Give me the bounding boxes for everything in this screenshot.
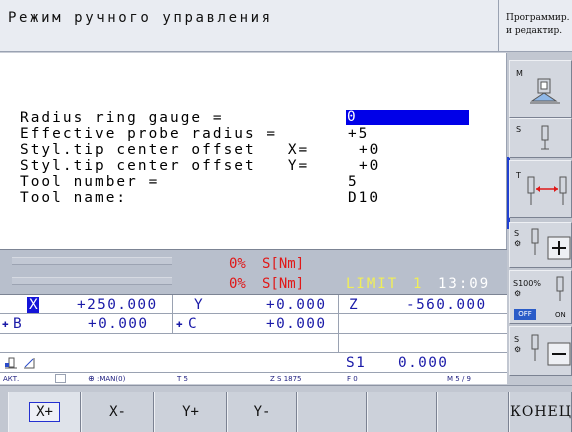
s-softkey-1[interactable]: S: [509, 118, 572, 158]
spindle-override-minus-softkey[interactable]: S ⚙: [509, 326, 572, 376]
pos-divider: [0, 333, 507, 334]
spindle-override-pct: S100%: [513, 279, 541, 288]
on-toggle[interactable]: ON: [555, 311, 566, 319]
tool-holder-icon: [3, 355, 19, 369]
m-function-info: M 5 / 9: [447, 375, 471, 383]
y-axis-value: +0.000: [266, 297, 327, 313]
c-axis-marker-icon: ✚: [176, 317, 183, 330]
empty-softkey-5[interactable]: [297, 392, 367, 432]
x-plus-label: X+: [29, 402, 60, 422]
y-plus-softkey[interactable]: Y+: [154, 392, 227, 432]
akt-label: АКТ.: [3, 375, 20, 383]
pos-divider: [0, 372, 507, 373]
empty-softkey-7[interactable]: [437, 392, 509, 432]
tool-number-value: 5: [348, 174, 359, 190]
dialog-line-offset-x: Styl.tip center offset X=: [20, 142, 310, 158]
spindle-label: S1: [346, 355, 367, 371]
spindle-gear-icon: ⚙: [514, 289, 522, 298]
man-gear-icon: ⊕: [88, 374, 95, 383]
feed-info: F 0: [347, 375, 358, 383]
softkey-m-letter: M: [516, 69, 523, 78]
tool-name-value: D10: [348, 190, 380, 206]
softkey-t-letter: T: [516, 171, 521, 180]
off-toggle[interactable]: OFF: [514, 309, 536, 320]
x-axis-value: +250.000: [77, 297, 158, 313]
y-minus-softkey[interactable]: Y-: [227, 392, 297, 432]
x-minus-softkey[interactable]: X-: [81, 392, 154, 432]
load-label-2: S[Nm]: [262, 276, 305, 292]
program-edit-line1: Программир.: [506, 13, 570, 23]
softkey-s-letter: S: [516, 125, 522, 134]
dialog-line-tool-name: Tool name:: [20, 190, 128, 206]
b-axis-marker-icon: ✚: [2, 317, 9, 330]
load-pct-1: 0%: [229, 256, 246, 272]
dialog-line-ring-gauge: Radius ring gauge =: [20, 110, 224, 126]
load-pct-2: 0%: [229, 276, 246, 292]
x-plus-softkey[interactable]: X+: [8, 392, 81, 432]
spindle-speed-info: Z S 1875: [270, 375, 302, 383]
load-bar-1: [12, 257, 172, 265]
status-area: [0, 249, 507, 294]
limit-value: 1: [413, 276, 422, 292]
offset-y-value: +0: [359, 158, 381, 174]
machine-info-softkey[interactable]: M: [509, 60, 572, 118]
t-softkey[interactable]: T: [509, 160, 572, 218]
limit-label: LIMIT: [346, 276, 399, 292]
z-axis-value: -560.000: [406, 297, 487, 313]
softkey-s-letter: S: [514, 229, 520, 238]
ring-gauge-input-value: 0: [347, 109, 356, 125]
load-bar-2: [12, 277, 172, 285]
dialog-line-offset-y: Styl.tip center offset Y=: [20, 158, 310, 174]
spindle-override-plus-softkey[interactable]: S ⚙: [509, 222, 572, 268]
spindle-gear-icon: ⚙: [514, 345, 522, 354]
dialog-line-probe-radius: Effective probe radius =: [20, 126, 278, 142]
c-axis-value: +0.000: [266, 316, 327, 332]
probe-icon: [541, 125, 549, 150]
man-label: :MAN(0): [97, 375, 126, 383]
b-axis-value: +0.000: [88, 316, 149, 332]
dialog-line-tool-number: Tool number =: [20, 174, 160, 190]
plus-icon: [531, 228, 571, 260]
empty-softkey-6[interactable]: [367, 392, 437, 432]
program-edit-line2: и редактир.: [506, 26, 563, 36]
probe-icon: [556, 276, 564, 301]
minus-icon: [531, 334, 571, 366]
end-softkey[interactable]: КОНЕЦ: [509, 392, 572, 432]
y-axis-label: Y: [194, 297, 203, 313]
spindle-gear-icon: ⚙: [514, 239, 522, 248]
spindle-override-softkey[interactable]: S100% ⚙ OFF ON: [509, 270, 572, 324]
x-axis-label: X: [29, 297, 38, 313]
ring-gauge-input[interactable]: [346, 110, 469, 125]
tool-info: T 5: [177, 375, 188, 383]
header-bar: [0, 0, 499, 52]
softkey-s-letter: S: [514, 335, 520, 344]
clock: 13:09: [438, 276, 491, 292]
b-axis-label: B: [13, 316, 22, 332]
c-axis-label: C: [188, 316, 197, 332]
probe-offset-icon: [527, 176, 567, 205]
pos-divider: [0, 352, 507, 353]
akt-box: [55, 374, 66, 383]
spindle-value: 0.000: [398, 355, 449, 371]
probe-radius-value: +5: [348, 126, 370, 142]
mode-title: Режим ручного управления: [8, 10, 273, 26]
machine-monitor-icon: [530, 78, 560, 104]
load-label-1: S[Nm]: [262, 256, 305, 272]
pos-divider: [0, 313, 507, 314]
pos-divider: [172, 295, 173, 333]
pos-divider: [338, 295, 339, 353]
tilt-icon: [22, 355, 36, 369]
offset-x-value: +0: [359, 142, 381, 158]
z-axis-label: Z: [349, 297, 358, 313]
